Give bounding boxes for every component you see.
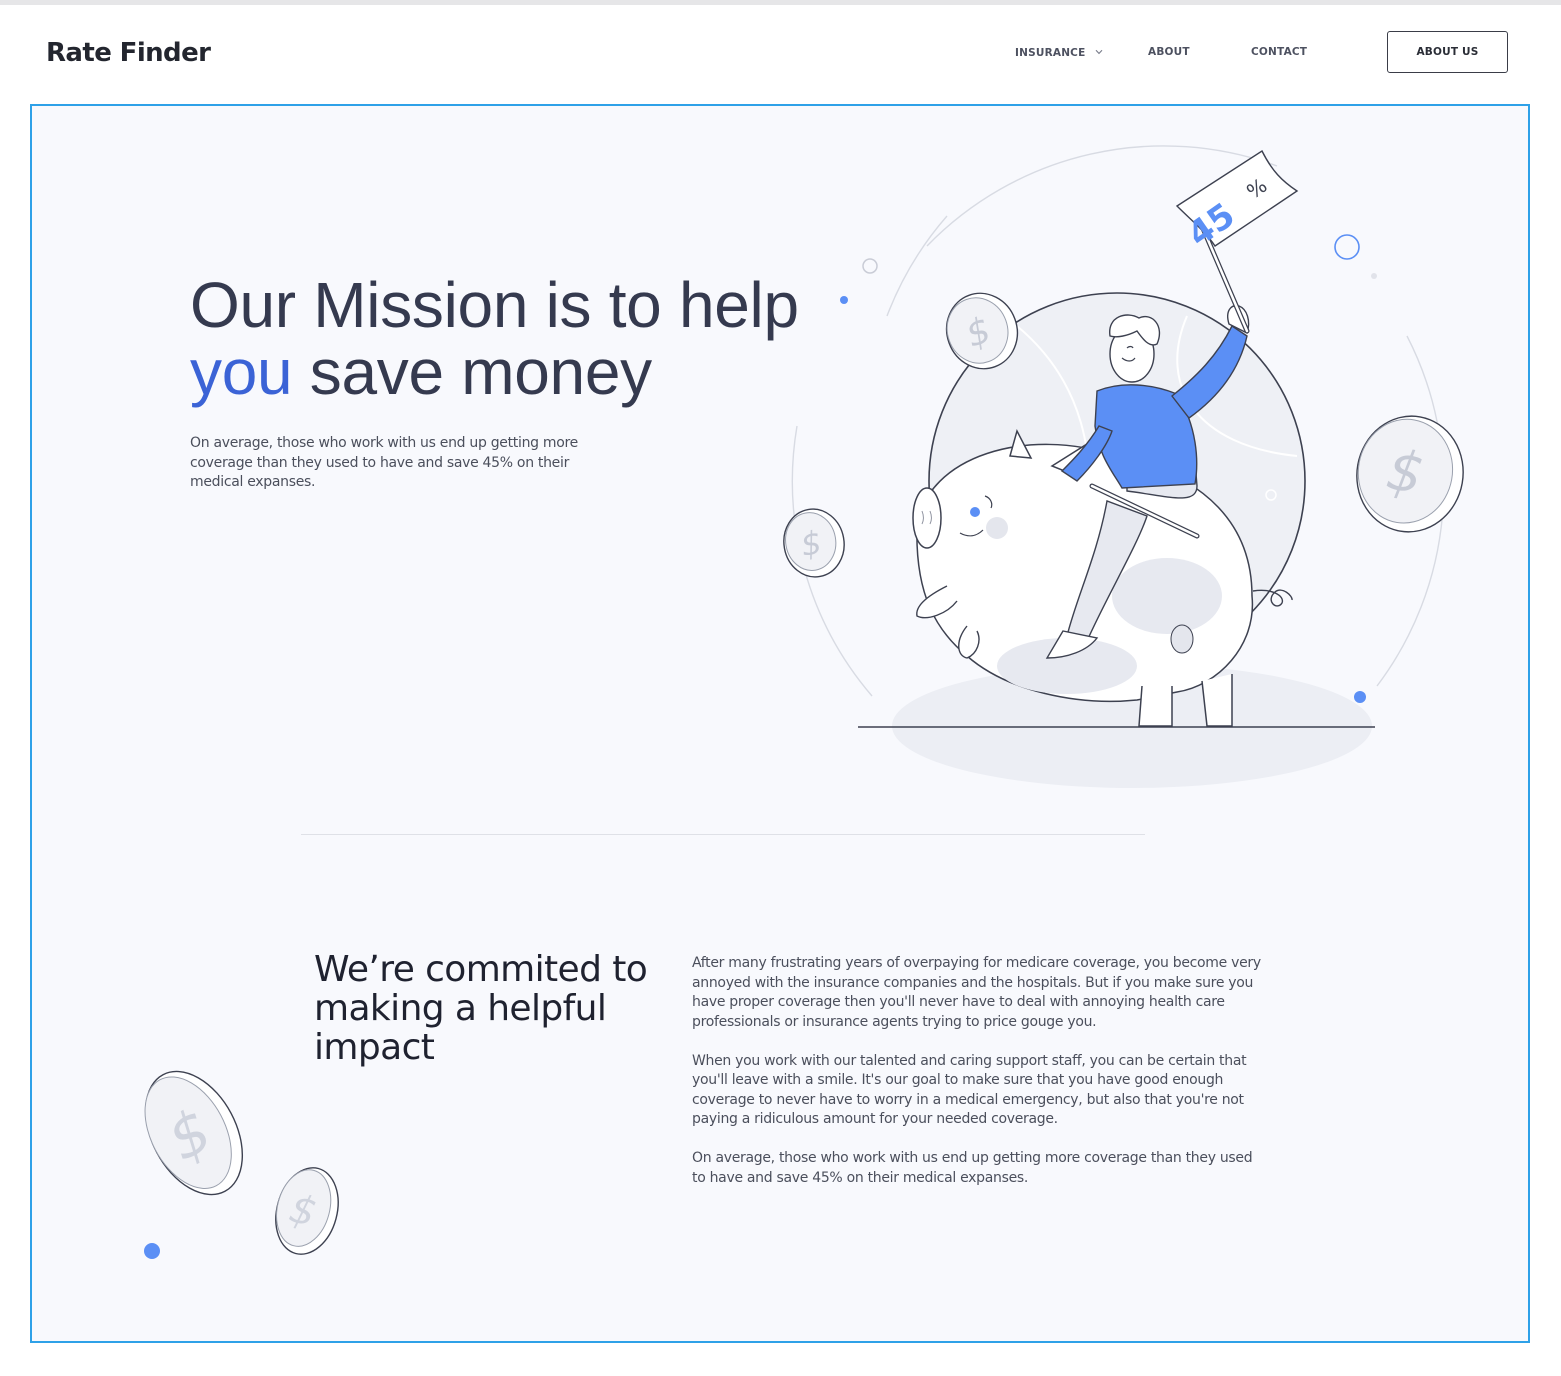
dollar-coin-icon: $	[144, 1070, 244, 1196]
nav-item-insurance[interactable]: INSURANCE	[1015, 46, 1103, 59]
hero-title-rest: save money	[292, 336, 652, 408]
dollar-coin-icon: $	[275, 1167, 339, 1255]
dollar-coin-icon: $	[783, 508, 845, 578]
commitment-body: After many frustrating years of overpayi…	[692, 954, 1262, 1208]
hero-title-accent: you	[190, 336, 293, 408]
hero-title: Our Mission is to help you save money	[190, 272, 870, 406]
coin-symbol: $	[156, 1095, 223, 1175]
content-frame: Our Mission is to help you save money On…	[30, 104, 1530, 1343]
site-header: Rate Finder INSURANCE ABOUT CONTACT ABOU…	[0, 5, 1561, 101]
commitment-paragraph-2: When you work with our talented and cari…	[692, 1052, 1247, 1128]
nav-item-about[interactable]: ABOUT	[1148, 46, 1190, 58]
commitment-title: We’re commited to making a helpful impac…	[314, 949, 648, 1068]
decorative-dot	[144, 1243, 160, 1259]
commitment-paragraph-3: On average, those who work with us end u…	[692, 1150, 1253, 1186]
chevron-down-icon	[1095, 46, 1103, 58]
section-divider	[301, 834, 1145, 835]
nav-item-contact[interactable]: CONTACT	[1251, 46, 1307, 58]
hero-title-line1: Our Mission is to help	[190, 269, 799, 341]
dollar-coin-icon: $	[1356, 415, 1464, 533]
hero-description: On average, those who work with us end u…	[190, 435, 578, 490]
about-us-button[interactable]: ABOUT US	[1387, 31, 1508, 73]
nav-item-label: INSURANCE	[1015, 47, 1086, 59]
coin-symbol: $	[285, 1185, 321, 1236]
piggy-bank-illustration: 45 % $ $ $	[783, 145, 1464, 788]
main-nav: INSURANCE ABOUT CONTACT	[0, 5, 1561, 101]
commitment-paragraph-1: After many frustrating years of overpayi…	[692, 955, 1261, 1030]
